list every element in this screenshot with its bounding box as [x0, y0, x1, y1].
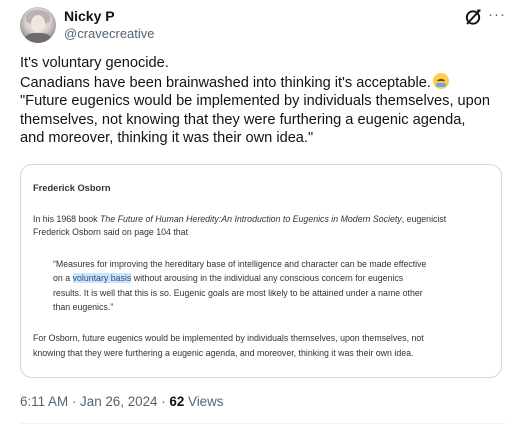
tweet-line-with-emoji: Canadians have been brainwashed into thi… [20, 72, 510, 93]
tweet-metadata: 6:11 AM · Jan 26, 2024 · 62 Views [20, 394, 224, 409]
tweet-line: "Future eugenics would be implemented by… [20, 93, 491, 109]
quote-line: “Measures for improving the hereditary b… [53, 259, 427, 269]
avatar[interactable] [20, 7, 56, 43]
tweet-line: and moreover, thinking it was their own … [20, 130, 314, 146]
grok-icon[interactable] [464, 8, 482, 26]
intro-text: In his 1968 book [33, 214, 101, 224]
quote-text: without arousing in the individual any c… [131, 273, 404, 284]
highlighted-text: voluntary basis [72, 273, 132, 284]
book-title: The Future of Human Heredity:An Introduc… [100, 214, 402, 224]
document-title: Frederick Osborn [33, 183, 111, 193]
meta-separator: · [68, 394, 81, 409]
author-handle[interactable]: @cravecreative [64, 26, 155, 41]
quote-text: on a [53, 273, 73, 284]
tweet-text: It's voluntary genocide. Canadians have … [20, 54, 510, 148]
avatar-body [25, 33, 51, 43]
tweet-time[interactable]: 6:11 AM [20, 394, 68, 409]
document-conclusion: For Osborn, future eugenics would be imp… [33, 331, 498, 361]
document-quote: “Measures for improving the hereditary b… [53, 257, 493, 315]
quote-line: on a voluntary basis without arousing in… [53, 271, 493, 285]
tweet: Nicky P @cravecreative ··· It's voluntar… [0, 0, 525, 426]
meta-separator: · [157, 394, 170, 409]
conclusion-line: knowing that they were furthering a euge… [33, 348, 414, 358]
loudly-crying-face-emoji-icon [432, 72, 449, 89]
more-options-icon[interactable]: ··· [488, 7, 506, 26]
document-intro: In his 1968 book The Future of Human Her… [33, 213, 493, 239]
divider [20, 423, 505, 424]
tweet-line: Canadians have been brainwashed into thi… [20, 74, 431, 91]
tweet-date[interactable]: Jan 26, 2024 [80, 394, 157, 409]
intro-line: In his 1968 book The Future of Human Her… [33, 213, 493, 226]
conclusion-line: For Osborn, future eugenics would be imp… [33, 333, 424, 343]
tweet-line: themselves, not knowing that they were f… [20, 111, 466, 128]
views-count[interactable]: 62 [169, 394, 184, 409]
quote-line: than eugenics.” [53, 302, 114, 313]
intro-line: Frederick Osborn said on page 104 that [33, 227, 189, 237]
views-label: Views [184, 394, 224, 409]
quote-line: results. It is well that this is so. Eug… [53, 287, 423, 298]
attached-image[interactable]: Frederick Osborn In his 1968 book The Fu… [20, 164, 502, 378]
author-name[interactable]: Nicky P [64, 8, 115, 24]
document-excerpt: Frederick Osborn In his 1968 book The Fu… [21, 165, 501, 377]
intro-text: , eugenicist [401, 214, 447, 224]
avatar-face [31, 15, 45, 32]
tweet-line: It's voluntary genocide. [20, 55, 169, 71]
